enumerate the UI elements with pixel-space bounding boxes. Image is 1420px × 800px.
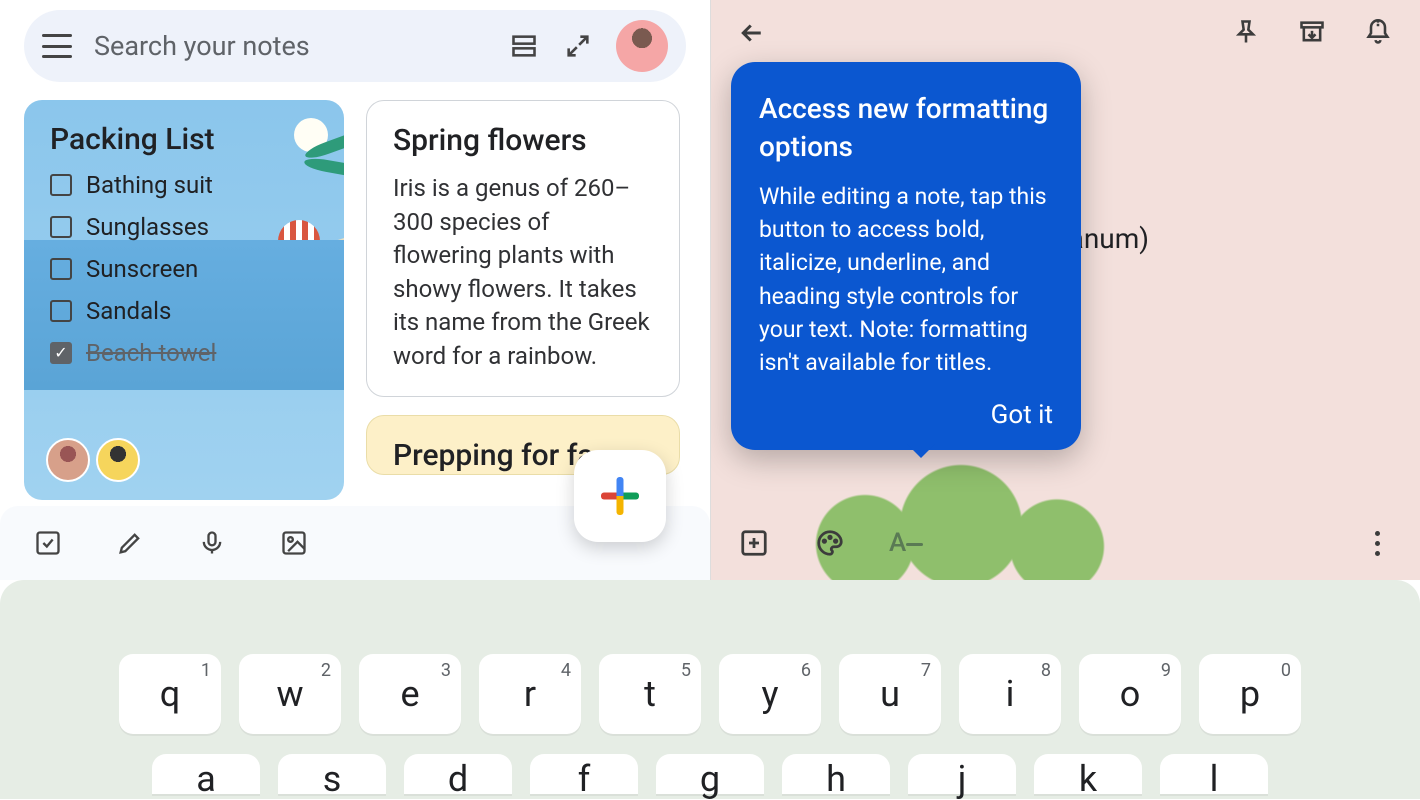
editor-header [711, 0, 1420, 58]
onscreen-keyboard: q1w2e3r4t5y6u7i8o9p0 asdfghjkl [0, 580, 1420, 799]
checkbox-icon[interactable] [50, 174, 72, 196]
key-y[interactable]: y6 [719, 654, 821, 734]
note-card-packing-list[interactable]: Packing List Bathing suit Sunglasses Sun… [24, 100, 344, 500]
plus-icon [601, 477, 639, 515]
collaborator-avatar[interactable] [46, 438, 90, 482]
account-avatar[interactable] [616, 20, 668, 72]
back-icon[interactable] [737, 18, 767, 48]
keyboard-row: q1w2e3r4t5y6u7i8o9p0 [0, 654, 1420, 734]
note-title: Packing List [50, 122, 318, 157]
checklist-item[interactable]: Sunscreen [50, 255, 318, 283]
pin-icon[interactable] [1232, 18, 1262, 48]
checklist-item[interactable]: Sandals [50, 297, 318, 325]
more-icon[interactable] [1360, 526, 1394, 560]
key-q[interactable]: q1 [119, 654, 221, 734]
checkbox-icon[interactable] [50, 258, 72, 280]
checkbox-checked-icon[interactable] [50, 342, 72, 364]
editor-toolbar: A [711, 506, 1420, 580]
key-l[interactable]: l [1160, 754, 1268, 794]
view-toggle-icon[interactable] [508, 30, 540, 62]
new-audio-icon[interactable] [196, 527, 228, 559]
key-h[interactable]: h [782, 754, 890, 794]
checklist: Bathing suit Sunglasses Sunscreen Sandal… [50, 171, 318, 367]
key-w[interactable]: w2 [239, 654, 341, 734]
palette-icon[interactable] [813, 526, 847, 560]
checklist-item[interactable]: Beach towel [50, 339, 318, 367]
reminder-icon[interactable] [1364, 18, 1394, 48]
key-f[interactable]: f [530, 754, 638, 794]
checklist-item[interactable]: Sunglasses [50, 213, 318, 241]
menu-icon[interactable] [42, 34, 72, 58]
note-title: Spring flowers [393, 123, 653, 158]
new-note-fab[interactable] [574, 450, 666, 542]
key-t[interactable]: t5 [599, 654, 701, 734]
search-bar[interactable]: Search your notes [24, 10, 686, 82]
archive-icon[interactable] [1298, 18, 1328, 48]
key-g[interactable]: g [656, 754, 764, 794]
key-p[interactable]: p0 [1199, 654, 1301, 734]
key-a[interactable]: a [152, 754, 260, 794]
new-drawing-icon[interactable] [114, 527, 146, 559]
note-editor-pane: s spp.) nium x oxonianum) Access new for… [710, 0, 1420, 580]
key-o[interactable]: o9 [1079, 654, 1181, 734]
checklist-item[interactable]: Bathing suit [50, 171, 318, 199]
key-s[interactable]: s [278, 754, 386, 794]
key-e[interactable]: e3 [359, 654, 461, 734]
note-card-spring-flowers[interactable]: Spring flowers Iris is a genus of 260–30… [366, 100, 680, 397]
callout-dismiss-button[interactable]: Got it [759, 400, 1053, 430]
feature-callout: Access new formatting options While edit… [731, 62, 1081, 450]
new-list-icon[interactable] [32, 527, 64, 559]
new-image-icon[interactable] [278, 527, 310, 559]
checkbox-icon[interactable] [50, 300, 72, 322]
collaborators [46, 438, 140, 482]
note-body: Iris is a genus of 260–300 species of fl… [393, 172, 653, 374]
checkbox-icon[interactable] [50, 216, 72, 238]
notes-list-pane: Search your notes Packing List Bathing s… [0, 0, 710, 580]
key-u[interactable]: u7 [839, 654, 941, 734]
collaborator-avatar[interactable] [96, 438, 140, 482]
callout-body: While editing a note, tap this button to… [759, 180, 1053, 380]
search-placeholder: Search your notes [94, 30, 486, 62]
key-k[interactable]: k [1034, 754, 1142, 794]
keyboard-row: asdfghjkl [0, 754, 1420, 794]
key-d[interactable]: d [404, 754, 512, 794]
key-i[interactable]: i8 [959, 654, 1061, 734]
add-content-icon[interactable] [737, 526, 771, 560]
callout-title: Access new formatting options [759, 90, 1053, 166]
expand-icon[interactable] [562, 30, 594, 62]
key-r[interactable]: r4 [479, 654, 581, 734]
text-format-icon[interactable]: A [889, 526, 923, 560]
key-j[interactable]: j [908, 754, 1016, 794]
